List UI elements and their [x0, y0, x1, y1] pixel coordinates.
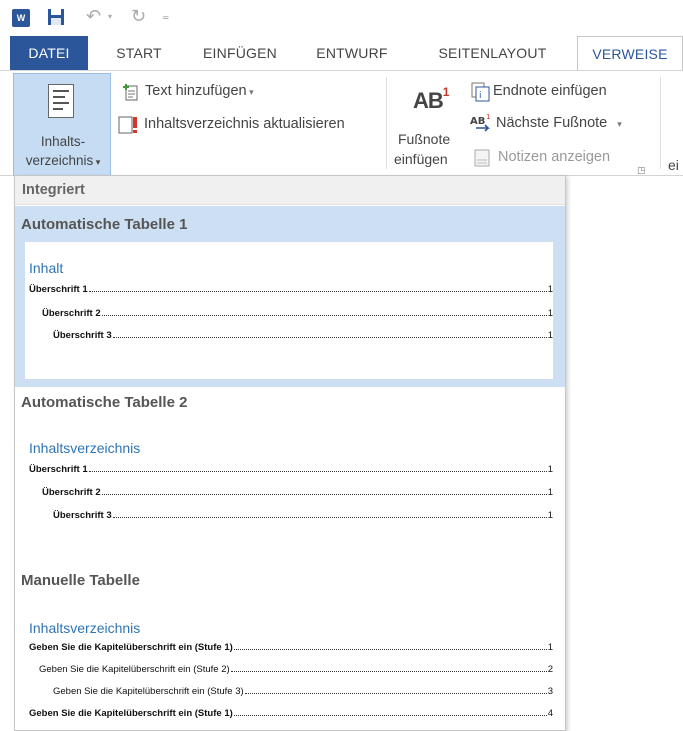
undo-dropdown-icon[interactable]: ▾	[108, 12, 112, 21]
insert-footnote-label-line2[interactable]: einfügen	[394, 151, 448, 167]
svg-text:1: 1	[486, 113, 490, 121]
toc-preview-line: Geben Sie die Kapitelüberschrift ein (St…	[29, 642, 553, 653]
next-footnote-icon: AB 1	[470, 113, 490, 132]
toc-preview-line: Überschrift 11	[29, 464, 553, 475]
update-toc-button[interactable]: Inhaltsverzeichnis aktualisieren	[144, 116, 345, 132]
undo-icon[interactable]: ↶	[86, 6, 101, 27]
tab-layout[interactable]: SEITENLAYOUT	[425, 36, 560, 70]
redo-icon[interactable]: ↻	[131, 6, 146, 27]
toc-preview-line: Überschrift 31	[53, 510, 553, 521]
update-toc-icon	[118, 116, 137, 134]
toc-button[interactable]: Inhalts- verzeichnis ▾	[13, 73, 111, 176]
toc-preview-line: Überschrift 21	[42, 487, 553, 498]
add-text-icon	[123, 84, 138, 101]
toc-preview-line: Überschrift 21	[42, 308, 553, 319]
insert-endnote-button[interactable]: Endnote einfügen	[493, 83, 607, 99]
tab-file[interactable]: DATEI	[10, 36, 88, 70]
insert-footnote-icon: AB1	[413, 84, 449, 113]
toc-preview-heading: Inhalt	[29, 260, 64, 276]
add-text-label: Text hinzufügen	[145, 83, 247, 99]
svg-text:AB: AB	[470, 116, 485, 127]
toc-preview-heading: Inhaltsverzeichnis	[29, 440, 141, 456]
add-text-button[interactable]: Text hinzufügen ▾	[145, 83, 254, 99]
svg-text:i: i	[479, 91, 482, 101]
next-footnote-button[interactable]: Nächste Fußnote ▾	[496, 115, 622, 131]
word-app-icon[interactable]: W	[12, 9, 30, 27]
gallery-item-title: Manuelle Tabelle	[21, 572, 140, 589]
gallery-item-title: Automatische Tabelle 2	[21, 394, 188, 411]
gallery-item-manual-table[interactable]: Manuelle Tabelle Inhaltsverzeichnis Gebe…	[15, 564, 565, 730]
save-icon[interactable]	[47, 8, 65, 26]
cut-off-ribbon-label: ei	[668, 157, 679, 173]
show-notes-button: Notizen anzeigen	[498, 149, 611, 165]
toc-preview-heading: Inhaltsverzeichnis	[29, 620, 141, 636]
toc-preview-line: Überschrift 11	[29, 284, 553, 295]
gallery-header: Integriert	[15, 176, 565, 205]
group-separator	[660, 77, 661, 169]
chevron-down-icon: ▾	[93, 157, 101, 167]
toc-preview-line: Geben Sie die Kapitelüberschrift ein (St…	[39, 664, 553, 675]
toc-preview-line: Geben Sie die Kapitelüberschrift ein (St…	[53, 686, 553, 697]
document-toc-icon	[48, 84, 74, 118]
ribbon-tabs: DATEI START EINFÜGEN ENTWURF SEITENLAYOU…	[0, 36, 683, 71]
toc-preview-line: Überschrift 31	[53, 330, 553, 341]
tab-insert[interactable]: EINFÜGEN	[190, 36, 290, 70]
tab-start[interactable]: START	[104, 36, 174, 70]
ribbon: Inhalts- verzeichnis ▾ Text hinzufügen ▾…	[0, 70, 683, 176]
toc-preview: Inhaltsverzeichnis Überschrift 11 Übersc…	[25, 418, 553, 558]
toc-preview: Inhalt Überschrift 11 Überschrift 21 Übe…	[25, 242, 553, 379]
gallery-item-auto-table-2[interactable]: Automatische Tabelle 2 Inhaltsverzeichni…	[15, 388, 565, 562]
group-separator	[386, 77, 387, 169]
tab-design[interactable]: ENTWURF	[302, 36, 402, 70]
toc-label-line1: Inhalts-	[40, 134, 86, 149]
toc-label-line2: verzeichnis	[25, 153, 94, 168]
toc-preview-line: Geben Sie die Kapitelüberschrift ein (St…	[29, 708, 553, 719]
chevron-down-icon: ▾	[617, 119, 622, 129]
chevron-down-icon: ▾	[246, 87, 254, 97]
quick-access-toolbar: W ↶ ▾ ↻ ₌	[0, 0, 683, 36]
insert-footnote-label-line1[interactable]: Fußnote	[398, 131, 450, 147]
next-footnote-label: Nächste Fußnote	[496, 115, 608, 131]
gallery-item-title: Automatische Tabelle 1	[21, 216, 188, 233]
insert-endnote-icon: i	[471, 82, 490, 102]
tab-references[interactable]: VERWEISE	[577, 36, 683, 71]
customize-qat-icon[interactable]: ₌	[162, 7, 169, 24]
show-notes-icon	[474, 149, 490, 167]
gallery-item-auto-table-1[interactable]: Automatische Tabelle 1 Inhalt Überschrif…	[15, 206, 565, 387]
dialog-launcher-icon[interactable]: ◳	[637, 165, 646, 176]
toc-gallery: Integriert Automatische Tabelle 1 Inhalt…	[14, 175, 566, 731]
toc-preview: Inhaltsverzeichnis Geben Sie die Kapitel…	[25, 598, 553, 730]
